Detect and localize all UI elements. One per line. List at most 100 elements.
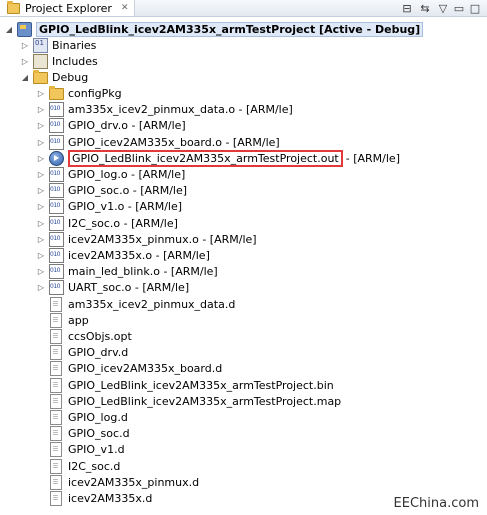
collapsed-icon[interactable]: ▷ <box>36 186 46 195</box>
object-file-icon <box>49 215 64 231</box>
view-tabbar: Project Explorer ✕ ⊟ ⇆ ▽ ▭ □ <box>0 0 487 17</box>
expanded-icon[interactable]: ◢ <box>20 73 30 82</box>
tree-item-label: am335x_icev2_pinmux_data.o - [ARM/le] <box>68 102 293 116</box>
tree-item[interactable]: ▷icev2AM335x.d <box>36 490 152 506</box>
view-menu-icon[interactable]: ▽ <box>436 1 450 15</box>
tree-item[interactable]: ▷ UART_soc.o - [ARM/le] <box>36 279 189 295</box>
object-file-icon <box>49 182 64 198</box>
tree-item-label: UART_soc.o - [ARM/le] <box>68 280 190 294</box>
project-explorer-icon <box>7 0 20 14</box>
tree-item[interactable]: ▷ am335x_icev2_pinmux_data.o - [ARM/le] <box>36 101 293 117</box>
collapsed-icon[interactable]: ▷ <box>36 170 46 179</box>
collapsed-icon[interactable]: ▷ <box>20 41 30 50</box>
collapsed-icon[interactable]: ▷ <box>20 57 30 66</box>
tree-item[interactable]: ▷GPIO_LedBlink_icev2AM335x_armTestProjec… <box>36 377 334 393</box>
tree-item-label: GPIO_v1.d <box>68 442 125 456</box>
collapsed-icon[interactable]: ▷ <box>36 154 46 163</box>
collapsed-icon[interactable]: ▷ <box>36 202 46 211</box>
object-file-icon <box>49 231 64 247</box>
tree-item[interactable]: ▷GPIO_log.d <box>36 409 128 425</box>
tree-item[interactable]: ▷ GPIO_LedBlink_icev2AM335x_armTestProjec… <box>36 149 400 167</box>
collapsed-icon[interactable]: ▷ <box>36 89 46 98</box>
tree-item-label: GPIO_LedBlink_icev2AM335x_armTestProject… <box>68 378 334 392</box>
file-icon <box>50 441 62 457</box>
tree-item[interactable]: ▷ GPIO_drv.o - [ARM/le] <box>36 117 186 133</box>
tree-item[interactable]: ▷ main_led_blink.o - [ARM/le] <box>36 263 218 279</box>
object-file-icon <box>49 279 64 295</box>
collapsed-icon[interactable]: ▷ <box>36 283 46 292</box>
object-file-icon <box>49 117 64 133</box>
file-icon <box>50 360 62 376</box>
tree-item-label: GPIO_LedBlink_icev2AM335x_armTestProject… <box>68 149 343 167</box>
tree-item[interactable]: ▷icev2AM335x_pinmux.d <box>36 474 199 490</box>
tree-item-project[interactable]: ◢ GPIO_LedBlink_icev2AM335x_armTestProje… <box>4 21 424 37</box>
expanded-icon[interactable]: ◢ <box>4 25 14 34</box>
collapse-all-icon[interactable]: ⊟ <box>400 1 414 15</box>
tree-item[interactable]: ▷ I2C_soc.o - [ARM/le] <box>36 215 178 231</box>
tree-item-label: GPIO_drv.o - [ARM/le] <box>68 118 186 132</box>
object-file-icon <box>49 134 64 150</box>
binaries-label: Binaries <box>52 38 97 52</box>
tree-item[interactable]: ▷ GPIO_v1.o - [ARM/le] <box>36 198 182 214</box>
tree-item-label: GPIO_icev2AM335x_board.d <box>68 361 223 375</box>
file-icon <box>50 328 62 344</box>
tree-item-label: GPIO_drv.d <box>68 345 129 359</box>
tree-item-label: GPIO_icev2AM335x_board.o - [ARM/le] <box>68 135 280 149</box>
collapsed-icon[interactable]: ▷ <box>36 138 46 147</box>
tab-label: Project Explorer <box>25 1 112 15</box>
tree-item-label: GPIO_soc.d <box>68 426 130 440</box>
collapsed-icon[interactable]: ▷ <box>36 251 46 260</box>
tree-item-label: app <box>68 313 89 327</box>
tree-item[interactable]: ▷ GPIO_log.o - [ARM/le] <box>36 166 185 182</box>
tree-item-debug[interactable]: ◢ Debug <box>20 69 88 85</box>
tree-item[interactable]: ▷GPIO_LedBlink_icev2AM335x_armTestProjec… <box>36 393 341 409</box>
close-icon[interactable]: ✕ <box>121 3 129 13</box>
file-icon <box>50 425 62 441</box>
tree-item[interactable]: ▷ icev2AM335x_pinmux.o - [ARM/le] <box>36 231 257 247</box>
maximize-icon[interactable]: □ <box>468 1 482 15</box>
file-icon <box>50 409 62 425</box>
tree-item[interactable]: ▷ icev2AM335x.o - [ARM/le] <box>36 247 210 263</box>
tree-item[interactable]: ▷ GPIO_icev2AM335x_board.o - [ARM/le] <box>36 134 280 150</box>
collapsed-icon[interactable]: ▷ <box>36 219 46 228</box>
tree-item-label: am335x_icev2_pinmux_data.d <box>68 297 236 311</box>
tree-item[interactable]: ▷I2C_soc.d <box>36 458 120 474</box>
tree-item[interactable]: ▷ccsObjs.opt <box>36 328 132 344</box>
collapsed-icon[interactable]: ▷ <box>36 267 46 276</box>
tree-item[interactable]: ▷ configPkg <box>36 85 122 101</box>
tree-item-includes[interactable]: ▷ Includes <box>20 53 98 69</box>
tree-item-binaries[interactable]: ▷ Binaries <box>20 37 96 53</box>
link-with-editor-icon[interactable]: ⇆ <box>418 1 432 15</box>
includes-icon <box>33 53 48 69</box>
object-file-icon <box>49 263 64 279</box>
tree-item[interactable]: ▷GPIO_drv.d <box>36 344 128 360</box>
watermark: EEChina.com <box>393 496 479 511</box>
tree-item-label: I2C_soc.d <box>68 459 121 473</box>
file-icon <box>50 393 62 409</box>
tree-item[interactable]: ▷GPIO_soc.d <box>36 425 130 441</box>
tree-item-label: GPIO_log.o - [ARM/le] <box>68 167 186 181</box>
collapsed-icon[interactable]: ▷ <box>36 105 46 114</box>
tree-item-label: main_led_blink.o - [ARM/le] <box>68 264 218 278</box>
file-icon <box>50 312 62 328</box>
tree-item[interactable]: ▷app <box>36 312 89 328</box>
tree-item[interactable]: ▷GPIO_icev2AM335x_board.d <box>36 360 222 376</box>
tree-item[interactable]: ▷ GPIO_soc.o - [ARM/le] <box>36 182 187 198</box>
tree-item-label: I2C_soc.o - [ARM/le] <box>68 216 178 230</box>
collapsed-icon[interactable]: ▷ <box>36 121 46 130</box>
file-icon <box>50 458 62 474</box>
tab-project-explorer[interactable]: Project Explorer ✕ <box>0 0 136 16</box>
tree-item-label: icev2AM335x.d <box>68 491 153 505</box>
minimize-icon[interactable]: ▭ <box>452 1 466 15</box>
tree-item-suffix: - [ARM/le] <box>345 151 400 165</box>
file-icon <box>50 377 62 393</box>
file-icon <box>50 490 62 506</box>
file-icon <box>50 344 62 360</box>
object-file-icon <box>49 247 64 263</box>
executable-icon <box>49 150 64 166</box>
tree-item-label: GPIO_soc.o - [ARM/le] <box>68 183 188 197</box>
tree-item[interactable]: ▷am335x_icev2_pinmux_data.d <box>36 296 235 312</box>
collapsed-icon[interactable]: ▷ <box>36 235 46 244</box>
binaries-icon <box>33 37 48 53</box>
tree-item[interactable]: ▷GPIO_v1.d <box>36 441 125 457</box>
